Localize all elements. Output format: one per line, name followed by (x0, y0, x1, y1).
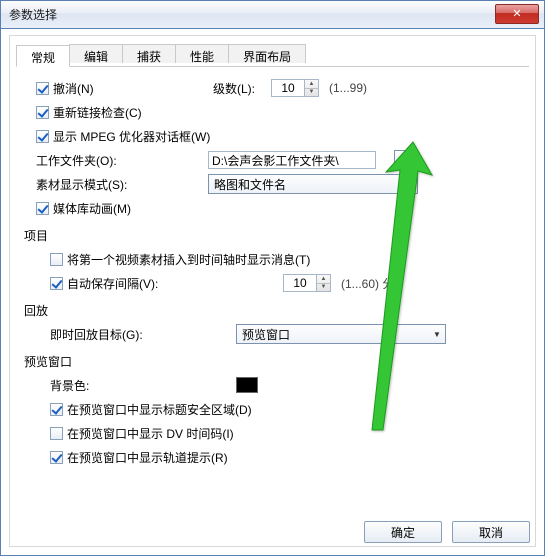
autosave-input[interactable] (283, 274, 317, 292)
matdisp-label: 素材显示模式(S): (36, 176, 208, 193)
levels-label: 级数(L): (213, 80, 271, 97)
tab-general[interactable]: 常规 (16, 45, 70, 67)
autosave-spin-arrows[interactable]: ▲▼ (317, 274, 331, 292)
autosave-hint: (1...60) 分 (341, 275, 394, 292)
medialib-checkbox[interactable] (36, 202, 49, 215)
matdisp-combo-input[interactable] (208, 174, 418, 194)
ellipsis-icon: ... (403, 154, 409, 166)
levels-input[interactable] (271, 79, 305, 97)
section-project-heading: 项目 (22, 227, 525, 244)
undo-label: 撤消(N) (53, 80, 213, 97)
dialog-body: 常规 编辑 捕获 性能 界面布局 撤消(N) 级数(L): ▲▼ (1...99… (9, 35, 536, 547)
tab-layout[interactable]: 界面布局 (228, 44, 306, 63)
relink-checkbox[interactable] (36, 106, 49, 119)
chevron-down-icon: ▼ (429, 325, 445, 343)
section-playback-heading: 回放 (22, 302, 525, 319)
bgcolor-swatch[interactable] (236, 377, 258, 393)
ok-button[interactable]: 确定 (364, 521, 442, 543)
levels-spin-arrows[interactable]: ▲▼ (305, 79, 319, 97)
cancel-button[interactable]: 取消 (452, 521, 530, 543)
tab-strip: 常规 编辑 捕获 性能 界面布局 (16, 44, 529, 67)
tab-capture[interactable]: 捕获 (122, 44, 176, 63)
title-bar[interactable]: 参数选择 ✕ (0, 0, 545, 28)
playback-target-input[interactable] (236, 324, 446, 344)
relink-label: 重新链接检查(C) (53, 104, 142, 121)
autosave-label: 自动保存间隔(V): (67, 275, 283, 292)
firstclip-label: 将第一个视频素材插入到时间轴时显示消息(T) (67, 251, 310, 268)
matdisp-combo[interactable]: ▼ (208, 174, 418, 194)
playback-target-label: 即时回放目标(G): (50, 326, 236, 343)
dialog-window: 参数选择 ✕ 常规 编辑 捕获 性能 界面布局 撤消(N) 级数(L): (0, 0, 545, 557)
dialog-button-bar: 确定 取消 (364, 521, 530, 543)
workdir-browse-button[interactable]: ... (394, 150, 418, 170)
bgcolor-label: 背景色: (50, 377, 236, 394)
workdir-label: 工作文件夹(O): (36, 152, 208, 169)
trackhint-label: 在预览窗口中显示轨道提示(R) (67, 449, 228, 466)
safezone-checkbox[interactable] (50, 403, 63, 416)
close-button[interactable]: ✕ (495, 4, 539, 24)
firstclip-checkbox[interactable] (50, 253, 63, 266)
levels-hint: (1...99) (329, 81, 367, 95)
dvtimecode-checkbox[interactable] (50, 427, 63, 440)
dvtimecode-label: 在预览窗口中显示 DV 时间码(I) (67, 425, 234, 442)
client-area: 常规 编辑 捕获 性能 界面布局 撤消(N) 级数(L): ▲▼ (1...99… (0, 28, 545, 556)
autosave-checkbox[interactable] (50, 277, 63, 290)
workdir-input[interactable] (208, 151, 376, 169)
tab-edit[interactable]: 编辑 (69, 44, 123, 63)
levels-spinner[interactable]: ▲▼ (271, 79, 319, 97)
section-preview-heading: 预览窗口 (22, 353, 525, 370)
playback-target-combo[interactable]: ▼ (236, 324, 446, 344)
medialib-label: 媒体库动画(M) (53, 200, 131, 217)
close-icon: ✕ (512, 9, 521, 20)
mpeg-label: 显示 MPEG 优化器对话框(W) (53, 128, 210, 145)
chevron-down-icon: ▼ (401, 175, 417, 193)
mpeg-checkbox[interactable] (36, 130, 49, 143)
safezone-label: 在预览窗口中显示标题安全区域(D) (67, 401, 252, 418)
autosave-spinner[interactable]: ▲▼ (283, 274, 331, 292)
tab-pane-general: 撤消(N) 级数(L): ▲▼ (1...99) 重新链接检查(C) 显示 MP… (16, 67, 529, 468)
tab-performance[interactable]: 性能 (175, 44, 229, 63)
undo-checkbox[interactable] (36, 82, 49, 95)
trackhint-checkbox[interactable] (50, 451, 63, 464)
window-title: 参数选择 (9, 6, 57, 23)
